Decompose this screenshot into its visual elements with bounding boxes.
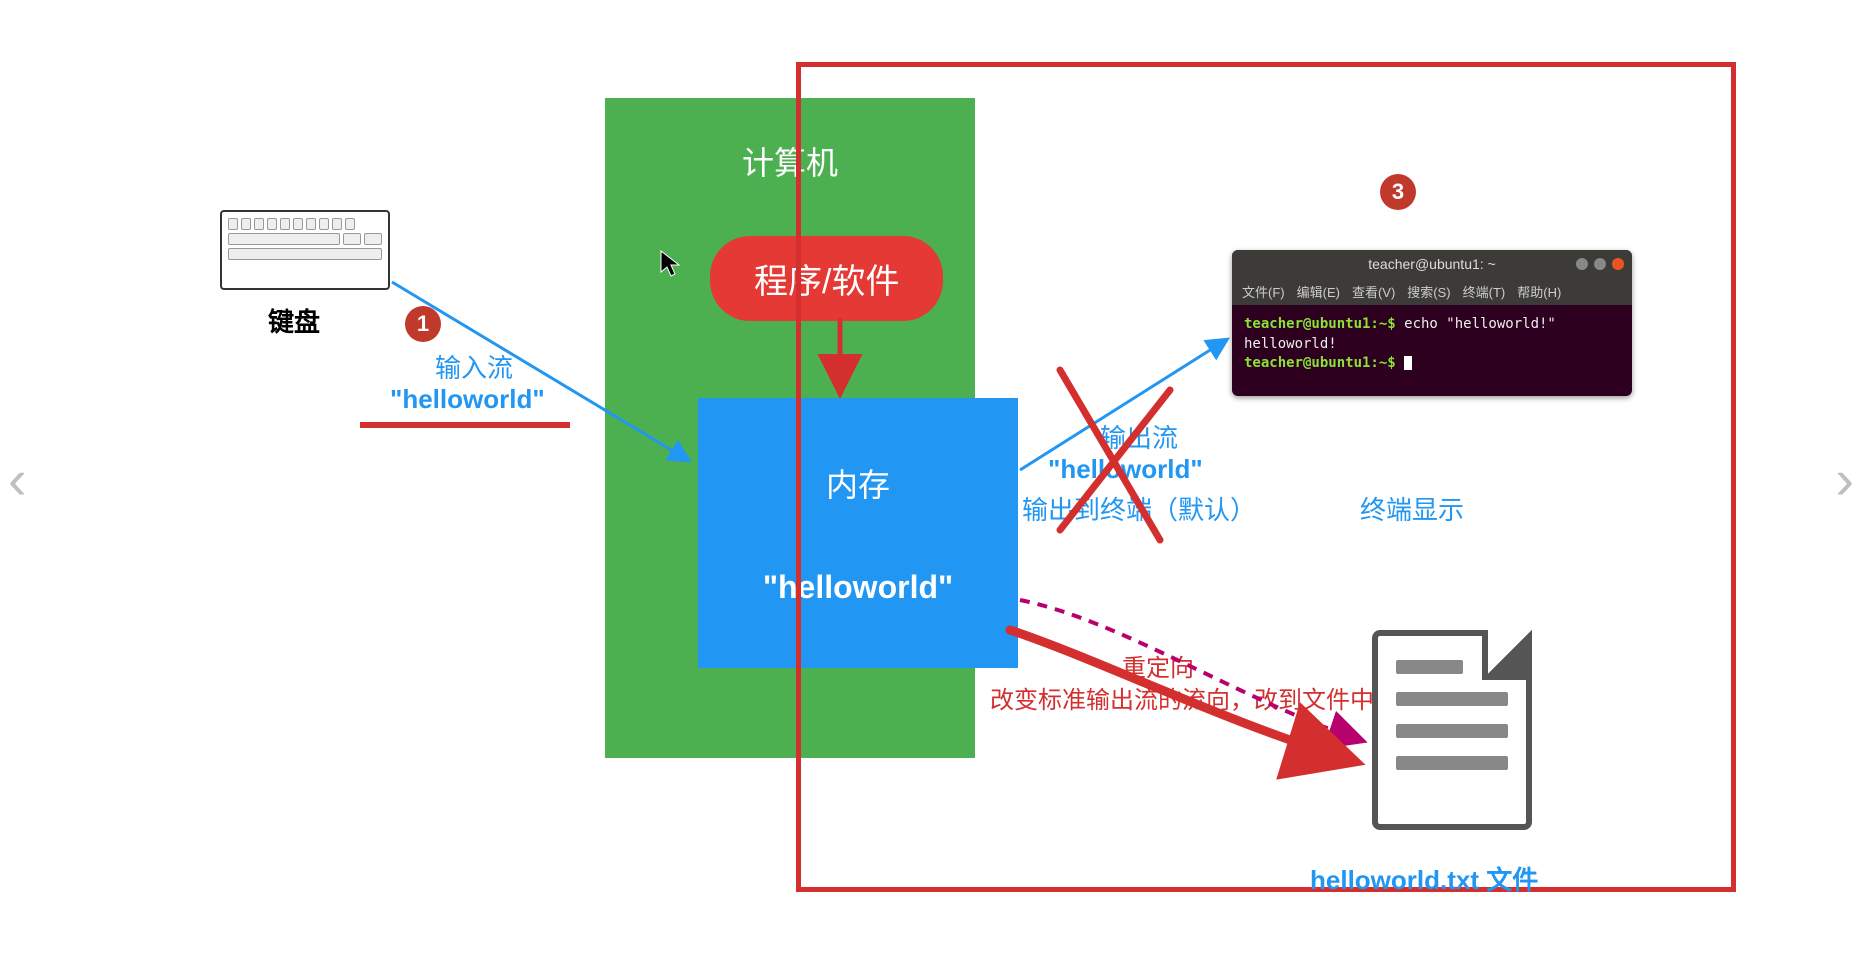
menu-view[interactable]: 查看(V) bbox=[1352, 282, 1395, 301]
terminal-prompt-1: teacher@ubuntu1:~$ bbox=[1244, 316, 1396, 332]
menu-search[interactable]: 搜索(S) bbox=[1407, 282, 1450, 301]
input-stream-title: 输入流 bbox=[435, 348, 513, 385]
output-stream-value: "helloworld" bbox=[1048, 454, 1203, 485]
badge-1: 1 bbox=[405, 306, 441, 342]
menu-help[interactable]: 帮助(H) bbox=[1517, 282, 1561, 301]
terminal-menubar: 文件(F) 编辑(E) 查看(V) 搜索(S) 终端(T) 帮助(H) bbox=[1232, 278, 1632, 305]
terminal-window: teacher@ubuntu1: ~ 文件(F) 编辑(E) 查看(V) 搜索(… bbox=[1232, 250, 1632, 396]
terminal-titlebar: teacher@ubuntu1: ~ bbox=[1232, 250, 1632, 278]
redirect-note: 改变标准输出流的流向，改到文件中 bbox=[990, 680, 1374, 715]
keyboard-label: 键盘 bbox=[268, 302, 320, 339]
terminal-body: teacher@ubuntu1:~$ echo "helloworld!" he… bbox=[1232, 305, 1632, 396]
menu-term[interactable]: 终端(T) bbox=[1463, 282, 1506, 301]
mouse-cursor-icon bbox=[660, 250, 682, 285]
file-caption: helloworld.txt 文件 bbox=[1310, 860, 1538, 897]
redirect-title: 重定向 bbox=[1122, 648, 1194, 683]
output-stream-note: 输出到终端（默认） bbox=[1022, 490, 1256, 527]
minimize-icon[interactable] bbox=[1576, 258, 1588, 270]
close-icon[interactable] bbox=[1612, 258, 1624, 270]
scope-frame bbox=[796, 62, 1736, 892]
keyboard-icon bbox=[220, 210, 390, 290]
menu-file[interactable]: 文件(F) bbox=[1242, 282, 1285, 301]
window-controls bbox=[1576, 258, 1624, 270]
maximize-icon[interactable] bbox=[1594, 258, 1606, 270]
terminal-title: teacher@ubuntu1: ~ bbox=[1368, 256, 1495, 272]
input-stream-value: "helloworld" bbox=[390, 384, 545, 415]
terminal-cursor-icon bbox=[1404, 356, 1412, 370]
terminal-output-1: helloworld! bbox=[1244, 336, 1337, 352]
diagram-stage: ‹ › 键盘 1 2 3 输入流 "helloworld" 计算机 程序/软件 … bbox=[0, 0, 1862, 958]
output-stream-title: 输出流 bbox=[1100, 418, 1178, 455]
file-icon bbox=[1372, 630, 1532, 830]
next-slide-button[interactable]: › bbox=[1835, 447, 1854, 512]
terminal-cmd-1: echo "helloworld!" bbox=[1396, 316, 1556, 332]
prev-slide-button[interactable]: ‹ bbox=[8, 447, 27, 512]
menu-edit[interactable]: 编辑(E) bbox=[1297, 282, 1340, 301]
terminal-prompt-2: teacher@ubuntu1:~$ bbox=[1244, 355, 1396, 371]
terminal-caption: 终端显示 bbox=[1360, 490, 1464, 527]
underline-red bbox=[360, 422, 570, 428]
